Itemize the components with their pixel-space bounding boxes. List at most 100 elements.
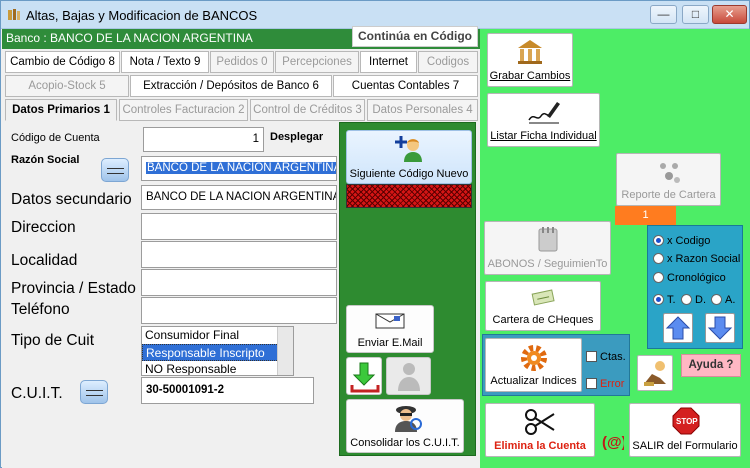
spy-icon <box>395 406 422 432</box>
telefono-label: Teléfono <box>11 301 70 318</box>
actualizar-indices-button[interactable]: Actualizar Indices <box>485 338 582 392</box>
checkbox-icon <box>586 378 597 389</box>
radio-icon <box>653 272 664 283</box>
tab-datos-personales[interactable]: Datos Personales 4 <box>367 99 478 121</box>
listar-ficha-button[interactable]: Listar Ficha Individual <box>487 93 600 147</box>
close-button[interactable]: ✕ <box>712 5 747 24</box>
consolidar-label: Consolidar los C.U.I.T. <box>350 437 460 449</box>
tab-internet[interactable]: Internet <box>360 51 417 73</box>
salir-label: SALIR del Formulario <box>632 440 738 452</box>
tipo-cuit-list[interactable]: Consumidor Final Responsable Inscripto N… <box>141 326 294 376</box>
tab-controles-facturacion[interactable]: Controles Facturacion 2 <box>119 99 248 121</box>
scissors-icon <box>525 409 555 435</box>
keyboard-icon[interactable] <box>80 380 108 404</box>
radio-filtro-t[interactable]: T. <box>653 294 676 306</box>
provincia-field[interactable] <box>141 269 337 296</box>
cuit-field[interactable]: 30-50001091-2 <box>141 377 314 404</box>
list-item[interactable]: NO Responsable <box>142 361 293 375</box>
arrow-down-button[interactable] <box>705 313 735 343</box>
tab-cuentas-contables[interactable]: Cuentas Contables 7 <box>333 75 478 97</box>
cuit-label: C.U.I.T. <box>11 385 63 402</box>
tab-cambio-codigo[interactable]: Cambio de Código 8 <box>5 51 120 73</box>
ayuda-button[interactable]: Ayuda ? <box>681 354 741 377</box>
svg-text:(@): (@) <box>602 434 624 451</box>
main-window: Altas, Bajas y Modificacion de BANCOS — … <box>0 0 750 468</box>
radio-icon <box>653 253 664 264</box>
grabar-cambios-label: Grabar Cambios <box>489 70 571 82</box>
list-item[interactable]: Responsable Inscripto <box>142 344 293 361</box>
download-button[interactable] <box>346 357 382 395</box>
user-silhouette-icon <box>398 363 420 391</box>
tab-nota-texto[interactable]: Nota / Texto 9 <box>121 51 209 73</box>
consolidar-cuit-button[interactable]: Consolidar los C.U.I.T. <box>346 399 464 453</box>
direccion-label: Direccion <box>11 219 76 236</box>
signature-icon <box>528 102 560 124</box>
tab-codigos[interactable]: Codigos <box>418 51 478 73</box>
datos-secundario-field[interactable]: BANCO DE LA NACION ARGENTINA <box>141 185 337 210</box>
list-scrollbar[interactable] <box>277 327 293 375</box>
codigo-field[interactable]: 1 <box>143 127 264 152</box>
radio-icon <box>711 294 722 305</box>
arrow-up-button[interactable] <box>663 313 693 343</box>
enviar-email-button[interactable]: Enviar E.Mail <box>346 305 434 353</box>
minimize-button[interactable]: — <box>650 5 677 24</box>
salir-formulario-button[interactable]: STOP SALIR del Formulario <box>629 403 741 457</box>
app-icon <box>8 9 20 20</box>
radio-icon <box>681 294 692 305</box>
tab-extraccion-depositos[interactable]: Extracción / Depósitos de Banco 6 <box>130 75 332 97</box>
maximize-button[interactable]: □ <box>682 5 709 24</box>
tab-control-creditos[interactable]: Control de Créditos 3 <box>250 99 365 121</box>
localidad-field[interactable] <box>141 241 337 268</box>
tab-pedidos[interactable]: Pedidos 0 <box>210 51 274 73</box>
error-checkbox[interactable]: Error <box>586 378 624 390</box>
ctas-checkbox[interactable]: Ctas. <box>586 351 626 363</box>
radio-label: T. <box>667 294 676 306</box>
help-figure-button[interactable] <box>637 355 673 391</box>
actualizar-label: Actualizar Indices <box>490 375 577 387</box>
radio-label: x Codigo <box>667 235 711 247</box>
listar-ficha-label: Listar Ficha Individual <box>490 130 597 142</box>
localidad-label: Localidad <box>11 252 78 269</box>
reporte-cartera-button[interactable]: Reporte de Cartera <box>616 153 721 206</box>
razon-social-field[interactable]: BANCO DE LA NACION ARGENTINA <box>141 156 337 181</box>
download-arrow-icon <box>350 362 380 393</box>
keyboard-icon[interactable] <box>101 158 129 182</box>
telefono-field[interactable] <box>141 297 337 324</box>
radio-checked-icon <box>653 235 664 246</box>
provincia-label: Provincia / Estado <box>11 280 136 297</box>
elimina-cuenta-button[interactable]: Elimina la Cuenta <box>485 403 595 457</box>
arrow-down-icon <box>707 316 733 340</box>
abonos-seguimiento-button[interactable]: ABONOS / SeguimienTo <box>484 221 611 275</box>
radio-cronologico[interactable]: Cronológico <box>653 272 726 284</box>
radio-label: A. <box>725 294 736 306</box>
reporte-value-badge: 1 <box>615 206 676 225</box>
radio-x-razon-social[interactable]: x Razon Social <box>653 253 740 265</box>
stop-sign-icon: STOP <box>672 407 700 435</box>
radio-label: Cronológico <box>667 272 726 284</box>
desplegar-button[interactable]: Desplegar <box>270 131 323 143</box>
notebook-icon <box>538 227 558 252</box>
razon-label: Razón Social <box>11 154 80 166</box>
direccion-field[interactable] <box>141 213 337 240</box>
tab-percepciones[interactable]: Percepciones <box>275 51 359 73</box>
error-label: Error <box>600 378 625 390</box>
grabar-cambios-button[interactable]: Grabar Cambios <box>487 33 573 87</box>
continua-en-codigo-button[interactable]: Continúa en Código <box>352 26 478 47</box>
email-at-icon[interactable]: (@) <box>600 432 624 452</box>
user-silhouette-button[interactable] <box>386 357 431 395</box>
list-item[interactable]: Consumidor Final <box>142 327 293 344</box>
siguiente-codigo-label: Siguiente Código Nuevo <box>349 168 469 180</box>
checkbox-icon <box>586 351 597 362</box>
tab-datos-primarios[interactable]: Datos Primarios 1 <box>5 99 117 121</box>
radio-filtro-d[interactable]: D. <box>681 294 706 306</box>
radio-filtro-a[interactable]: A. <box>711 294 735 306</box>
radio-label: D. <box>695 294 706 306</box>
cartera-cheques-button[interactable]: Cartera de CHeques <box>485 281 601 331</box>
email-icon <box>375 313 405 329</box>
siguiente-codigo-button[interactable]: Siguiente Código Nuevo <box>346 130 472 184</box>
reporte-cartera-label: Reporte de Cartera <box>621 189 716 201</box>
cartera-cheques-label: Cartera de CHeques <box>492 314 594 326</box>
tab-acopio-stock[interactable]: Acopio-Stock 5 <box>5 75 129 97</box>
abonos-label: ABONOS / SeguimienTo <box>487 258 608 270</box>
radio-x-codigo[interactable]: x Codigo <box>653 235 710 247</box>
